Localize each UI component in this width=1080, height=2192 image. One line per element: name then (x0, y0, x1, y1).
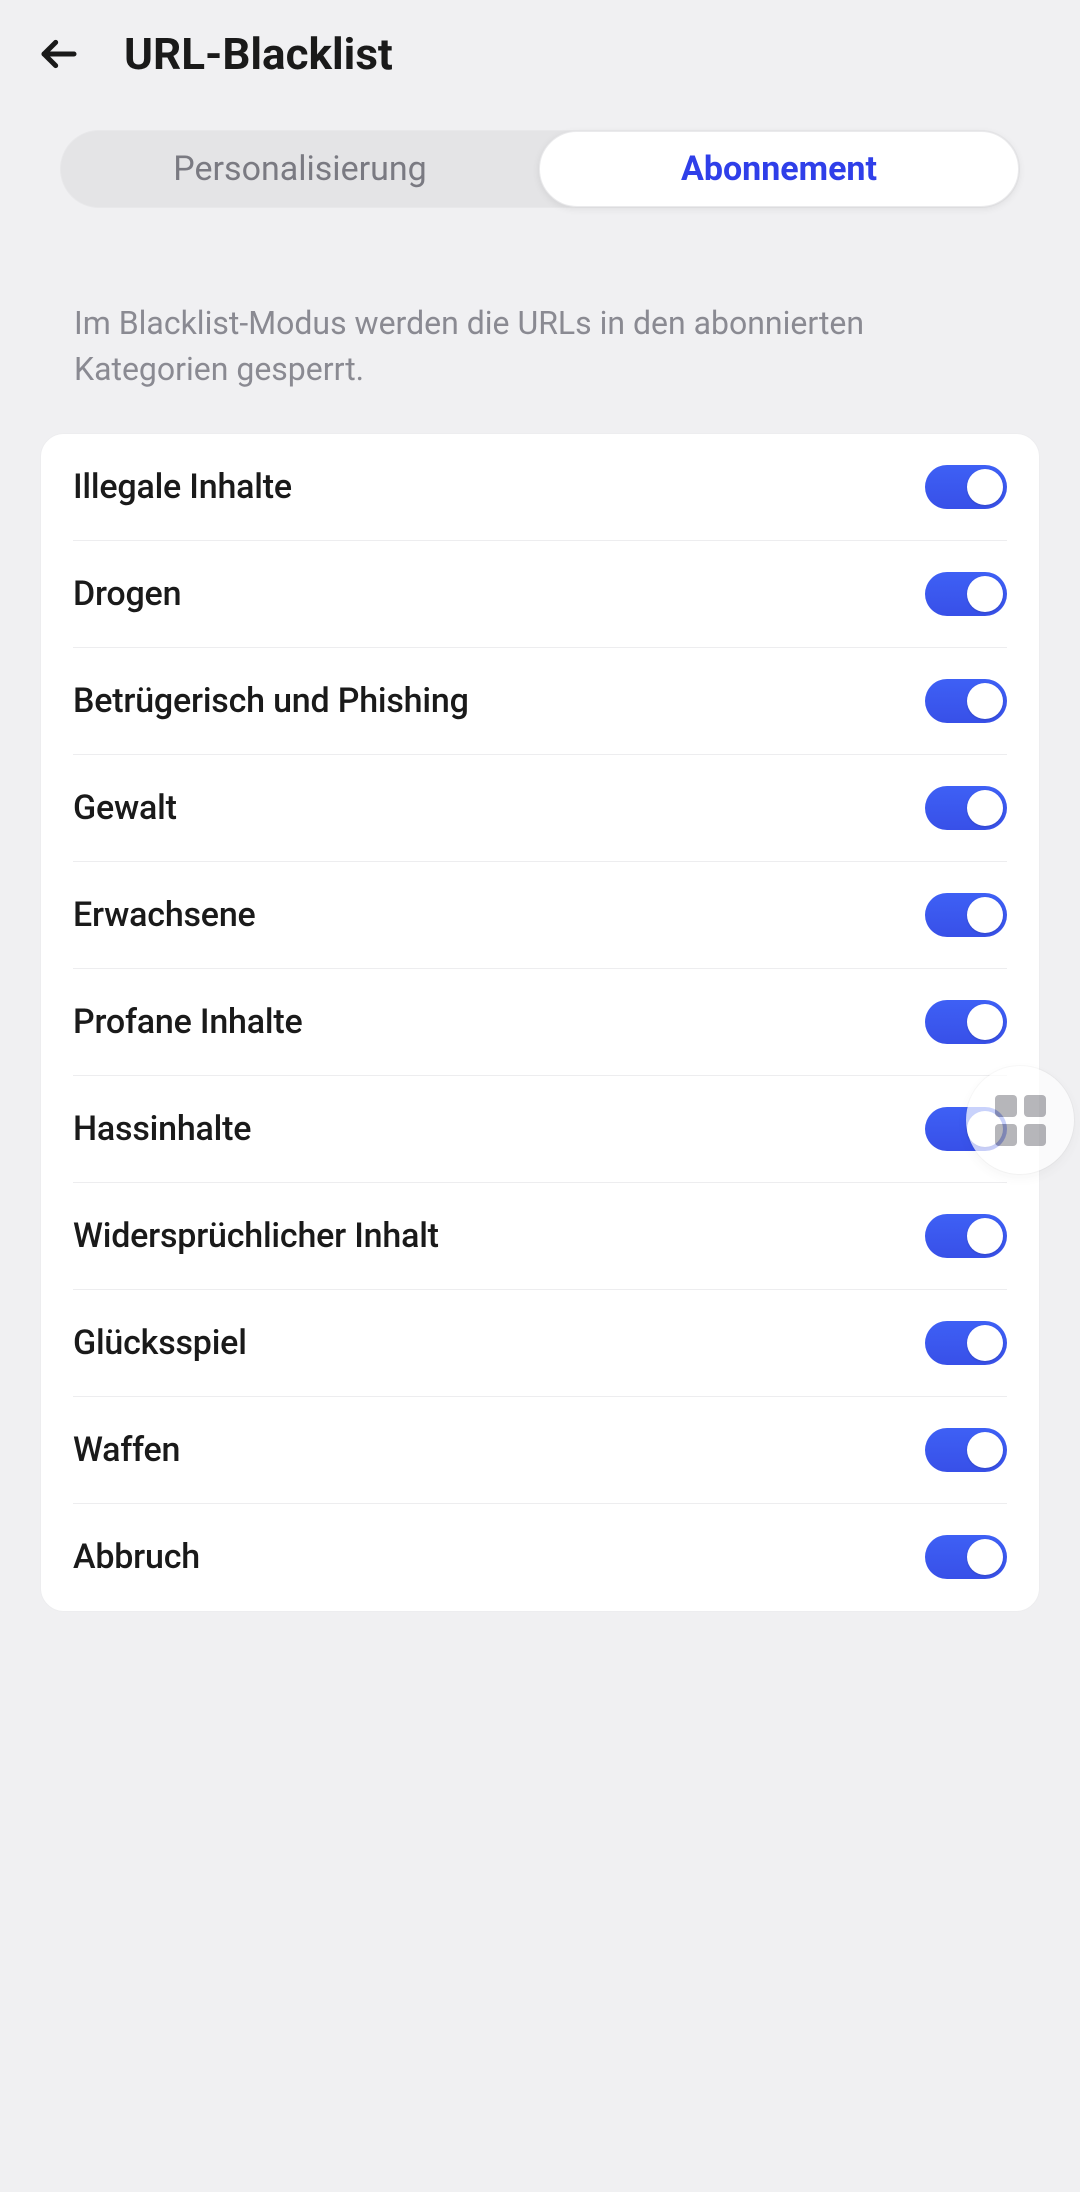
tab-personalisierung[interactable]: Personalisierung (61, 131, 539, 207)
toggle-knob (967, 790, 1003, 826)
category-label: Illegale Inhalte (73, 467, 292, 507)
toggle-knob (967, 1432, 1003, 1468)
category-row: Betrügerisch und Phishing (73, 648, 1007, 755)
tab-segmented-control: Personalisierung Abonnement (60, 130, 1020, 208)
toggle-knob (967, 683, 1003, 719)
toggle-knob (967, 576, 1003, 612)
category-toggle[interactable] (925, 1535, 1007, 1579)
toggle-knob (967, 1539, 1003, 1575)
category-row: Glücksspiel (73, 1290, 1007, 1397)
category-label: Drogen (73, 574, 181, 614)
category-label: Betrügerisch und Phishing (73, 681, 469, 721)
toggle-knob (967, 1004, 1003, 1040)
category-label: Erwachsene (73, 895, 256, 935)
toggle-knob (967, 469, 1003, 505)
category-row: Profane Inhalte (73, 969, 1007, 1076)
category-row: Hassinhalte (73, 1076, 1007, 1183)
category-toggle[interactable] (925, 465, 1007, 509)
category-row: Abbruch (73, 1504, 1007, 1611)
category-toggle[interactable] (925, 1321, 1007, 1365)
category-list: Illegale Inhalte Drogen Betrügerisch und… (40, 433, 1040, 1612)
toggle-knob (967, 897, 1003, 933)
category-label: Gewalt (73, 788, 177, 828)
category-toggle[interactable] (925, 786, 1007, 830)
category-row: Gewalt (73, 755, 1007, 862)
category-toggle[interactable] (925, 1000, 1007, 1044)
category-toggle[interactable] (925, 572, 1007, 616)
category-toggle[interactable] (925, 1214, 1007, 1258)
header: URL-Blacklist (0, 0, 1080, 108)
toggle-knob (967, 1218, 1003, 1254)
category-label: Profane Inhalte (73, 1002, 302, 1042)
category-toggle[interactable] (925, 893, 1007, 937)
category-toggle[interactable] (925, 679, 1007, 723)
category-label: Abbruch (73, 1537, 200, 1577)
category-row: Illegale Inhalte (73, 434, 1007, 541)
category-label: Hassinhalte (73, 1109, 251, 1149)
category-row: Widersprüchlicher Inhalt (73, 1183, 1007, 1290)
arrow-left-icon (39, 34, 79, 74)
mode-description: Im Blacklist-Modus werden die URLs in de… (74, 300, 1006, 393)
toggle-knob (967, 1325, 1003, 1361)
category-row: Erwachsene (73, 862, 1007, 969)
category-label: Glücksspiel (73, 1323, 247, 1363)
floating-grid-button[interactable] (966, 1066, 1074, 1174)
category-label: Widersprüchlicher Inhalt (73, 1216, 439, 1256)
page-title: URL-Blacklist (124, 28, 393, 80)
category-row: Waffen (73, 1397, 1007, 1504)
category-row: Drogen (73, 541, 1007, 648)
grid-icon (995, 1095, 1046, 1146)
category-label: Waffen (73, 1430, 180, 1470)
tab-abonnement[interactable]: Abonnement (539, 131, 1019, 207)
category-toggle[interactable] (925, 1428, 1007, 1472)
back-button[interactable] (36, 31, 82, 77)
